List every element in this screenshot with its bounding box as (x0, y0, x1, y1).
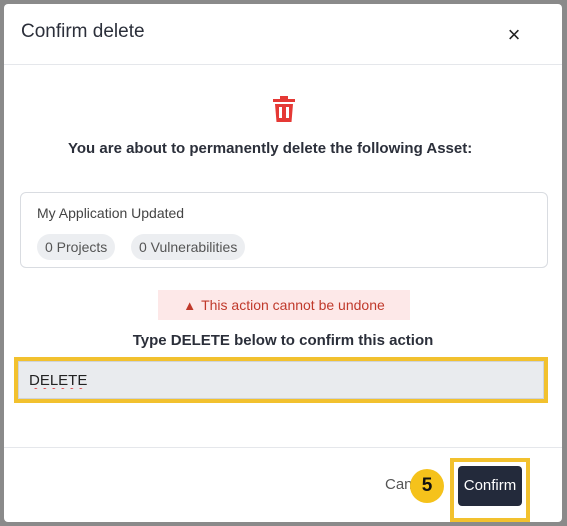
confirm-button[interactable]: Confirm (458, 466, 522, 506)
confirm-delete-input[interactable] (18, 361, 544, 399)
step-number-badge: 5 (410, 469, 444, 503)
confirm-prompt-label: Type DELETE below to confirm this action (132, 332, 434, 349)
confirm-highlight-frame: Confirm (450, 458, 530, 522)
dialog-header: Confirm delete × (4, 4, 562, 65)
dialog-title: Confirm delete (21, 21, 145, 42)
warning-text: This action cannot be undone (201, 297, 385, 313)
delete-message: You are about to permanently delete the … (68, 140, 473, 157)
close-icon[interactable]: × (502, 23, 526, 47)
irreversible-warning: ▲ This action cannot be undone (158, 290, 410, 320)
asset-card: My Application Updated 0 Projects 0 Vuln… (20, 192, 548, 268)
projects-count-badge: 0 Projects (37, 234, 116, 260)
cancel-button[interactable]: Can (385, 476, 413, 493)
asset-name: My Application Updated (37, 205, 185, 221)
input-highlight-frame (14, 357, 548, 403)
vulnerabilities-count-badge: 0 Vulnerabilities (131, 234, 246, 260)
trash-icon (273, 96, 295, 122)
warning-triangle-icon: ▲ (183, 297, 197, 313)
dialog-footer: Can 5 Confirm (4, 447, 562, 522)
confirm-delete-dialog: Confirm delete × You are about to perman… (4, 4, 562, 522)
